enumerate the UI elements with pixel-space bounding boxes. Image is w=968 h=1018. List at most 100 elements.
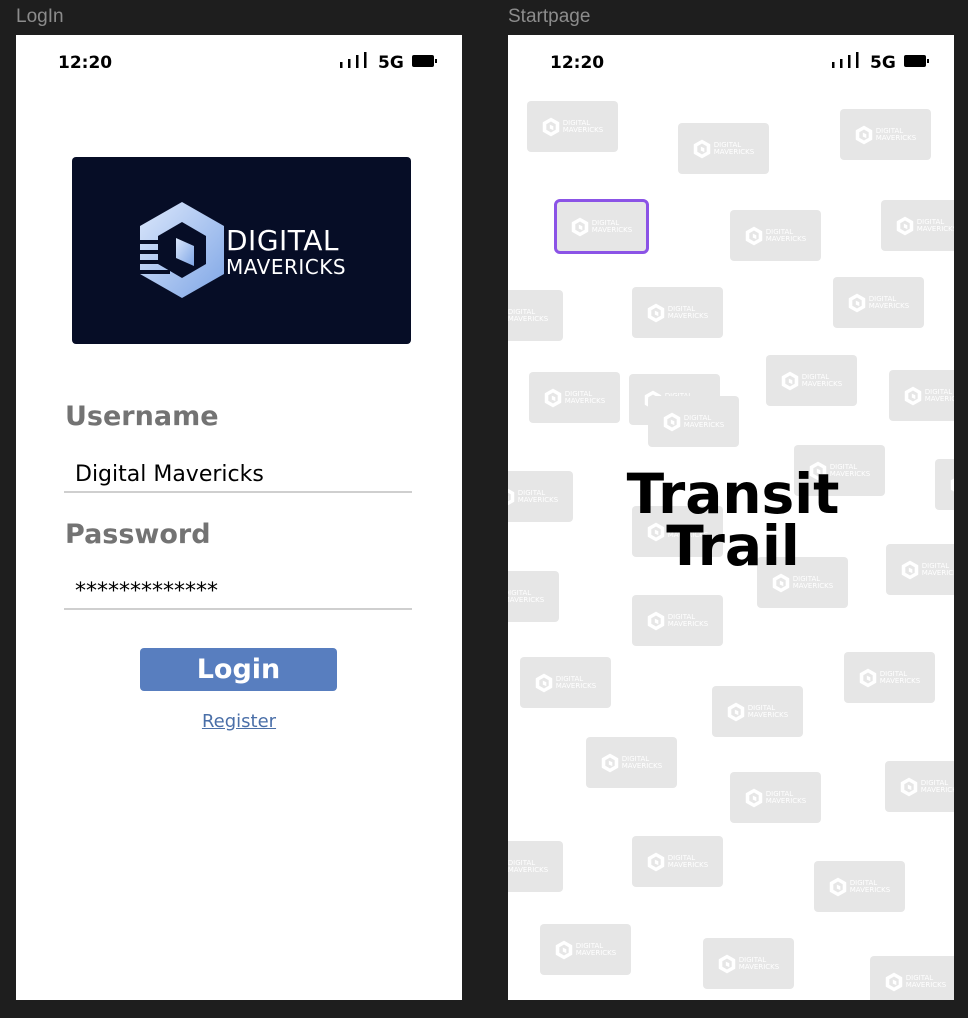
selected-logo-tile: DIGITAL MAVERICKS — [554, 199, 649, 254]
tile-logo: DIGITALMAVERICKS — [508, 306, 548, 326]
tile-wordmark: DIGITALMAVERICKS — [875, 127, 917, 142]
mini-logo-icon — [896, 216, 913, 235]
mini-logo-icon — [885, 972, 902, 991]
tile-wordmark: DIGITALMAVERICKS — [508, 308, 548, 323]
username-field[interactable] — [64, 457, 412, 493]
logo-tile: DIGITALMAVERICKS — [730, 210, 821, 261]
logo-tile: DIGITALMAVERICKS — [678, 123, 769, 174]
mini-logo-icon — [555, 940, 572, 959]
username-label: Username — [65, 401, 219, 432]
mini-logo-icon — [901, 560, 918, 579]
tile-line-2: MAVERICKS — [916, 224, 954, 233]
mini-logo-icon — [535, 673, 552, 692]
logo-tile: DIGITALMAVERICKS — [508, 571, 559, 622]
tile-line-2: MAVERICKS — [765, 234, 807, 243]
tile-wordmark: DIGITALMAVERICKS — [765, 790, 807, 805]
signal-bars-icon — [340, 52, 367, 68]
network-label: 5G — [870, 53, 896, 73]
tile-logo: DIGITALMAVERICKS — [601, 753, 662, 773]
tile-wordmark: DIGITALMAVERICKS — [564, 390, 606, 405]
logo-tile: DIGITALMAVERICKS — [540, 924, 631, 975]
mini-logo-icon — [781, 371, 798, 390]
mini-logo-icon — [508, 488, 514, 505]
mini-logo-icon — [745, 788, 762, 807]
tile-wordmark: DIGITALMAVERICKS — [563, 119, 603, 134]
logo-tile: DIGITALMAVERICKS — [814, 861, 905, 912]
tile-logo: DIGITALMAVERICKS — [535, 673, 596, 693]
tile-wordmark: DIGITALMAVERICKS — [576, 942, 616, 957]
mini-logo-icon — [904, 386, 921, 405]
tile-wordmark: DIGITALMAVERICKS — [738, 956, 780, 971]
frame-label-startpage: Startpage — [508, 6, 591, 27]
tile-line-2: MAVERICKS — [792, 581, 834, 590]
logo-tile: DIGITALMAVERICKS — [886, 544, 954, 595]
tile-line-2: MAVERICKS — [738, 962, 780, 971]
tile-line-2: MAVERICKS — [517, 495, 559, 504]
logo-tile: DIGITALMAVERICKS — [586, 737, 677, 788]
tile-wordmark: DIGITALMAVERICKS — [667, 854, 709, 869]
tile-line-2: MAVERICKS — [564, 396, 606, 405]
tile-logo: DIGITALMAVERICKS — [508, 857, 548, 877]
logo-tile: DIGITALMAVERICKS — [508, 841, 563, 892]
tile-wordmark: DIGITALMAVERICKS — [869, 295, 909, 310]
tile-line-2: MAVERICKS — [555, 681, 597, 690]
login-button[interactable]: Login — [140, 648, 337, 691]
tile-logo: DIGITALMAVERICKS — [829, 877, 890, 897]
tile-wordmark: DIGITALMAVERICKS — [921, 562, 954, 577]
tile-logo: DIGITALMAVERICKS — [571, 217, 632, 237]
tile-logo: DIGITALMAVERICKS — [542, 117, 603, 137]
logo-tile: DIGITALMAVERICKS — [632, 836, 723, 887]
network-label: 5G — [378, 53, 404, 73]
logo-tile: DIGITALMAVERICKS — [527, 101, 618, 152]
tile-line-2: MAVERICKS — [667, 311, 709, 320]
tile-logo: DIGITALMAVERICKS — [859, 668, 920, 688]
tile-logo: DIGITALMAVERICKS — [693, 139, 754, 159]
tile-wordmark: DIGITALMAVERICKS — [905, 974, 947, 989]
logo-tile: DIGITALMAVERICKS — [935, 459, 954, 510]
logo-line-2: MAVERICKS — [226, 255, 347, 279]
app-title: Transit Trail — [598, 462, 868, 574]
logo-tile: DIGITALMAVERICKS — [648, 396, 739, 447]
password-field[interactable] — [64, 574, 412, 610]
tile-logo: DIGITALMAVERICKS — [855, 125, 916, 145]
tile-wordmark: DIGITALMAVERICKS — [924, 388, 954, 403]
logo-tile: DIGITALMAVERICKS — [508, 471, 573, 522]
mini-logo-icon — [693, 139, 710, 158]
tile-logo: DIGITALMAVERICKS — [848, 293, 909, 313]
logo-line-1: DIGITAL — [226, 224, 339, 257]
tile-line-2: MAVERICKS — [920, 785, 954, 794]
mini-logo-icon — [848, 293, 865, 312]
logo-tile: DIGITALMAVERICKS — [520, 657, 611, 708]
tile-line-2: MAVERICKS — [801, 379, 843, 388]
tile-logo: DIGITALMAVERICKS — [647, 852, 708, 872]
logo-tile: DIGITALMAVERICKS — [840, 109, 931, 160]
tile-line-2: MAVERICKS — [875, 133, 917, 142]
tile-logo: DIGITALMAVERICKS — [508, 487, 558, 507]
mini-logo-icon — [859, 668, 876, 687]
logo-tile: DIGITALMAVERICKS — [529, 372, 620, 423]
mini-logo-icon — [718, 954, 735, 973]
logo-tile: DIGITALMAVERICKS — [881, 200, 954, 251]
logo-wordmark: DIGITAL MAVERICKS — [226, 224, 347, 279]
mini-logo-icon — [900, 777, 917, 796]
tile-wordmark: DIGITALMAVERICKS — [916, 218, 954, 233]
tile-logo: DIGITALMAVERICKS — [904, 386, 954, 406]
tile-wordmark: DIGITALMAVERICKS — [508, 589, 544, 604]
register-link-wrapper: Register — [16, 711, 462, 732]
tile-line-2: MAVERICKS — [905, 980, 947, 989]
mini-logo-icon — [544, 388, 561, 407]
tile-line-2: MAVERICKS — [765, 796, 807, 805]
logo-tile: DIGITALMAVERICKS — [712, 686, 803, 737]
logo-tile: DIGITALMAVERICKS — [632, 595, 723, 646]
logo-tile: DIGITALMAVERICKS — [703, 938, 794, 989]
tile-line-2: MAVERICKS — [924, 394, 954, 403]
register-link[interactable]: Register — [202, 711, 276, 732]
frame-label-login: LogIn — [16, 6, 64, 27]
tile-wordmark: DIGITALMAVERICKS — [880, 670, 920, 685]
tile-line-2: MAVERICKS — [667, 860, 709, 869]
logo-tile: DIGITALMAVERICKS — [508, 290, 563, 341]
logo-tile: DIGITALMAVERICKS — [632, 287, 723, 338]
tile-logo: DIGITALMAVERICKS — [745, 788, 806, 808]
tile-line-2: MAVERICKS — [921, 568, 954, 577]
app-title-line-1: Transit — [626, 462, 840, 526]
